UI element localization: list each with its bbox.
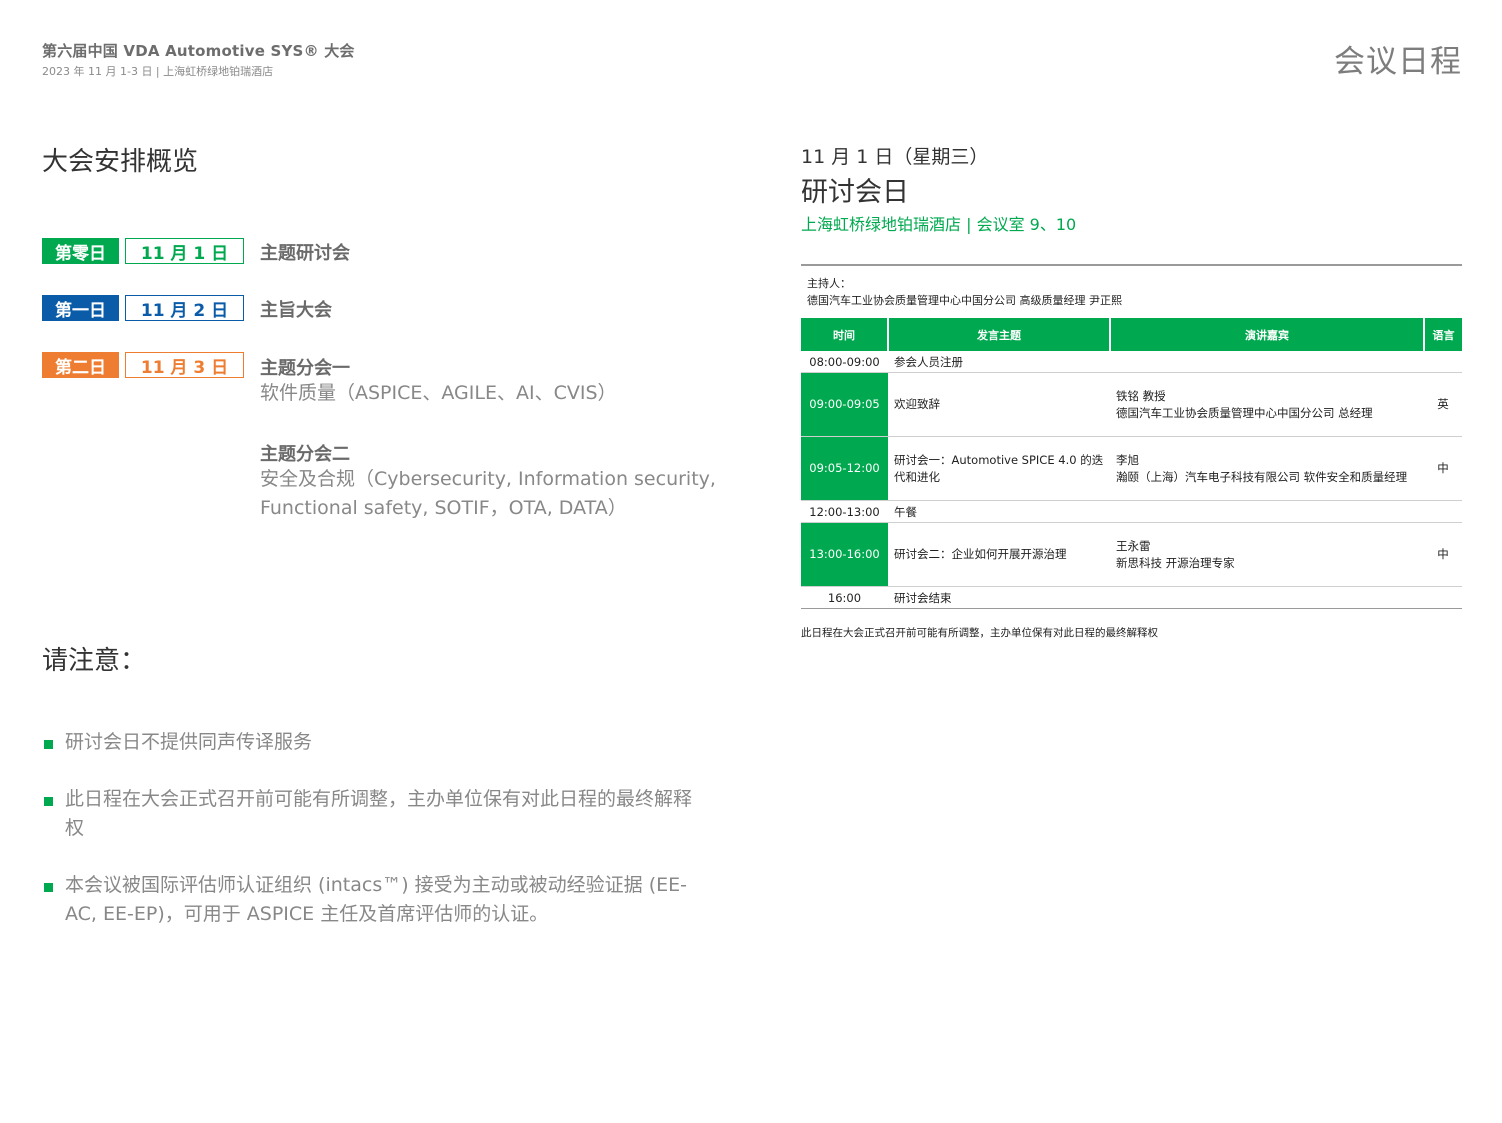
day-row-zero: 第零日 11 月 1 日 (42, 238, 244, 264)
topic-cell: 研讨会结束 (888, 586, 1110, 609)
list-item: 研讨会日不提供同声传译服务 (42, 728, 702, 757)
speaker-org: 瀚颐（上海）汽车电子科技有限公司 软件安全和质量经理 (1116, 469, 1408, 484)
speaker-name: 李旭 (1116, 452, 1139, 467)
day-date: 11 月 2 日 (125, 295, 244, 321)
topic-cell: 欢迎致辞 (888, 372, 1110, 437)
topic-cell: 参会人员注册 (888, 351, 1110, 373)
table-row: 16:00 研讨会结束 (801, 586, 1462, 609)
speaker-name: 铁铭 教授 (1116, 388, 1166, 403)
schedule-date: 11 月 1 日（星期三） (801, 146, 989, 168)
list-item: 此日程在大会正式召开前可能有所调整，主办单位保有对此日程的最终解释权 (42, 785, 702, 843)
schedule-table: 时间 发言主题 演讲嘉宾 语言 08:00-09:00 参会人员注册 09:00… (801, 318, 1462, 609)
host-name: 德国汽车工业协会质量管理中心中国分公司 高级质量经理 尹正熙 (807, 294, 1122, 307)
language-cell (1424, 500, 1462, 523)
bullet-square-icon (44, 883, 53, 892)
column-header: 发言主题 (888, 318, 1111, 351)
table-header-row: 时间 发言主题 演讲嘉宾 语言 (801, 318, 1462, 351)
session-title: 主旨大会 (260, 300, 332, 321)
time-cell: 12:00-13:00 (801, 500, 888, 523)
time-cell: 09:05-12:00 (801, 436, 888, 501)
language-cell: 中 (1424, 436, 1462, 501)
time-cell: 13:00-16:00 (801, 522, 888, 587)
schedule-day-title: 研讨会日 (801, 177, 909, 208)
table-row: 12:00-13:00 午餐 (801, 500, 1462, 523)
day-badge: 第一日 (42, 295, 119, 321)
host-label: 主持人： (807, 277, 851, 290)
speaker-org: 德国汽车工业协会质量管理中心中国分公司 总经理 (1116, 405, 1373, 420)
time-cell: 09:00-09:05 (801, 372, 888, 437)
overview-title: 大会安排概览 (42, 147, 199, 177)
topic-cell: 午餐 (888, 500, 1110, 523)
day-badge: 第二日 (42, 352, 119, 378)
topic-cell: 研讨会一：Automotive SPICE 4.0 的迭代和进化 (888, 436, 1110, 501)
column-header: 语言 (1424, 318, 1462, 351)
column-header: 时间 (801, 318, 889, 351)
column-header: 演讲嘉宾 (1110, 318, 1425, 351)
table-row: 09:05-12:00 研讨会一：Automotive SPICE 4.0 的迭… (801, 436, 1462, 501)
table-row: 09:00-09:05 欢迎致辞 铁铭 教授 德国汽车工业协会质量管理中心中国分… (801, 372, 1462, 437)
speaker-cell: 王永雷 新思科技 开源治理专家 (1110, 522, 1424, 587)
time-cell: 16:00 (801, 586, 888, 609)
conference-title: 第六届中国 VDA Automotive SYS® 大会 (42, 42, 355, 60)
notes-title: 请注意： (42, 646, 147, 676)
speaker-org: 新思科技 开源治理专家 (1116, 555, 1235, 570)
session-title: 主题分会二 (260, 444, 350, 465)
session-description: Functional safety, SOTIF，OTA, DATA） (260, 497, 627, 519)
table-row: 13:00-16:00 研讨会二：企业如何开展开源治理 王永雷 新思科技 开源治… (801, 522, 1462, 587)
schedule-footnote: 此日程在大会正式召开前可能有所调整，主办单位保有对此日程的最终解释权 (801, 627, 1158, 639)
day-row-two: 第二日 11 月 3 日 (42, 352, 244, 378)
list-item: 本会议被国际评估师认证组织 (intacs™) 接受为主动或被动经验证据 (EE… (42, 871, 702, 929)
session-title: 主题分会一 (260, 358, 350, 379)
speaker-cell: 铁铭 教授 德国汽车工业协会质量管理中心中国分公司 总经理 (1110, 372, 1424, 437)
bullet-square-icon (44, 740, 53, 749)
topic-cell: 研讨会二：企业如何开展开源治理 (888, 522, 1110, 587)
page-title: 会议日程 (1334, 44, 1462, 80)
day-badge: 第零日 (42, 238, 119, 264)
speaker-cell (1110, 586, 1424, 609)
language-cell: 中 (1424, 522, 1462, 587)
speaker-cell: 李旭 瀚颐（上海）汽车电子科技有限公司 软件安全和质量经理 (1110, 436, 1424, 501)
notes-list: 研讨会日不提供同声传译服务 此日程在大会正式召开前可能有所调整，主办单位保有对此… (42, 728, 702, 957)
divider (801, 264, 1462, 266)
speaker-cell (1110, 351, 1424, 373)
language-cell (1424, 586, 1462, 609)
session-description: 安全及合规（Cybersecurity, Information securit… (260, 468, 716, 490)
conference-subtitle: 2023 年 11 月 1-3 日 | 上海虹桥绿地铂瑞酒店 (42, 65, 274, 78)
language-cell: 英 (1424, 372, 1462, 437)
speaker-cell (1110, 500, 1424, 523)
day-row-one: 第一日 11 月 2 日 (42, 295, 244, 321)
day-date: 11 月 3 日 (125, 352, 244, 378)
schedule-venue: 上海虹桥绿地铂瑞酒店 | 会议室 9、10 (801, 215, 1077, 234)
day-date: 11 月 1 日 (125, 238, 244, 264)
session-title: 主题研讨会 (260, 243, 350, 264)
bullet-square-icon (44, 797, 53, 806)
table-row: 08:00-09:00 参会人员注册 (801, 351, 1462, 373)
time-cell: 08:00-09:00 (801, 351, 888, 373)
session-description: 软件质量（ASPICE、AGILE、AI、CVIS） (260, 382, 617, 404)
speaker-name: 王永雷 (1116, 538, 1151, 553)
language-cell (1424, 351, 1462, 373)
